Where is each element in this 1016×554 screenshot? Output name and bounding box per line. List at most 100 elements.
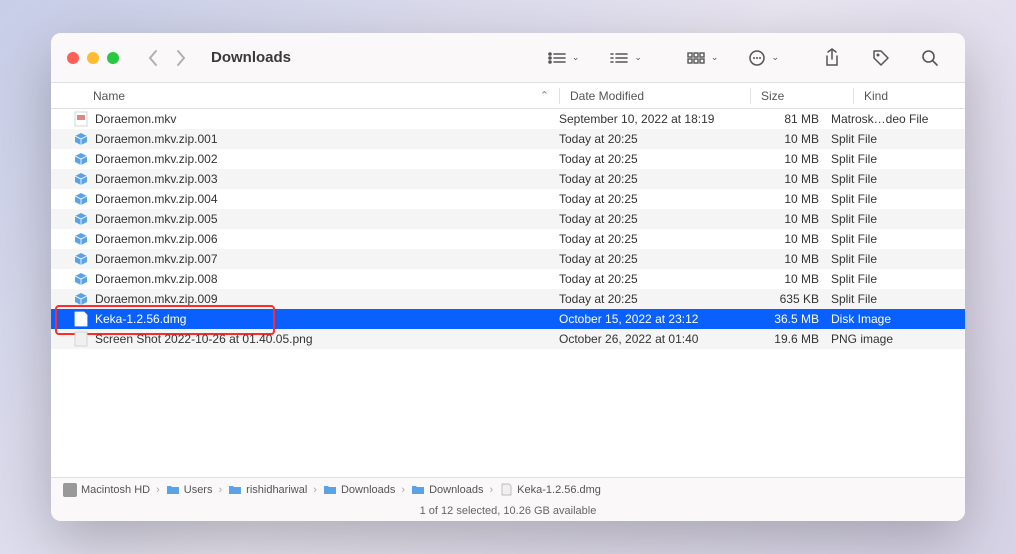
file-row[interactable]: Doraemon.mkv.zip.005Today at 20:2510 MBS… bbox=[51, 209, 965, 229]
file-row[interactable]: Screen Shot 2022-10-26 at 01.40.05.pngOc… bbox=[51, 329, 965, 349]
file-row[interactable]: Doraemon.mkv.zip.002Today at 20:2510 MBS… bbox=[51, 149, 965, 169]
file-kind: Disk Image bbox=[831, 312, 965, 326]
file-kind: Split File bbox=[831, 232, 965, 246]
path-separator: › bbox=[401, 484, 405, 496]
path-segment[interactable]: Keka-1.2.56.dmg bbox=[499, 483, 601, 497]
tags-icon[interactable] bbox=[871, 48, 891, 68]
chevron-down-icon: ⌄ bbox=[634, 52, 642, 63]
file-date: Today at 20:25 bbox=[559, 272, 739, 286]
file-date: September 10, 2022 at 18:19 bbox=[559, 112, 739, 126]
file-name: Doraemon.mkv.zip.003 bbox=[95, 172, 218, 186]
file-date: Today at 20:25 bbox=[559, 172, 739, 186]
archive-icon bbox=[73, 151, 89, 167]
path-separator: › bbox=[313, 484, 317, 496]
file-row[interactable]: Doraemon.mkv.zip.009 Today at 20:25635 KB… bbox=[51, 289, 965, 309]
column-headers: Name ⌃ Date Modified Size Kind bbox=[51, 83, 965, 109]
file-date: Today at 20:25 bbox=[559, 132, 739, 146]
path-separator: › bbox=[218, 484, 222, 496]
header-name-label: Name bbox=[93, 89, 125, 103]
disk-image-icon bbox=[73, 311, 89, 327]
chevron-down-icon: ⌄ bbox=[572, 52, 580, 63]
file-name: Doraemon.mkv bbox=[95, 112, 176, 126]
file-size: 10 MB bbox=[739, 252, 831, 266]
header-date[interactable]: Date Modified bbox=[570, 89, 750, 103]
search-icon[interactable] bbox=[921, 49, 939, 67]
path-label: Downloads bbox=[341, 484, 395, 496]
view-list-icon[interactable]: ⌄ bbox=[547, 51, 580, 65]
window-title: Downloads bbox=[211, 49, 291, 66]
nav-buttons bbox=[147, 49, 187, 67]
group-icon[interactable]: ⌄ bbox=[609, 51, 642, 65]
header-kind[interactable]: Kind bbox=[864, 89, 965, 103]
file-date: Today at 20:25 bbox=[559, 252, 739, 266]
path-label: Macintosh HD bbox=[81, 484, 150, 496]
minimize-button[interactable] bbox=[87, 52, 99, 64]
file-icon bbox=[499, 483, 513, 497]
forward-button[interactable] bbox=[176, 49, 187, 67]
file-kind: Matrosk…deo File bbox=[831, 112, 965, 126]
archive-icon bbox=[73, 231, 89, 247]
file-name: Doraemon.mkv.zip.006 bbox=[95, 232, 218, 246]
archive-icon bbox=[73, 251, 89, 267]
file-size: 10 MB bbox=[739, 152, 831, 166]
file-row[interactable]: Doraemon.mkv.zip.007Today at 20:2510 MBS… bbox=[51, 249, 965, 269]
archive-icon bbox=[73, 291, 89, 307]
header-size[interactable]: Size bbox=[761, 89, 853, 103]
path-separator: › bbox=[489, 484, 493, 496]
file-name: Doraemon.mkv.zip.009 bbox=[95, 292, 218, 306]
file-size: 635 KB bbox=[739, 292, 831, 306]
file-name: Doraemon.mkv.zip.002 bbox=[95, 152, 218, 166]
folder-icon bbox=[323, 483, 337, 497]
file-row[interactable]: Doraemon.mkv.zip.008Today at 20:2510 MBS… bbox=[51, 269, 965, 289]
file-size: 10 MB bbox=[739, 192, 831, 206]
status-bar: 1 of 12 selected, 10.26 GB available bbox=[51, 501, 965, 521]
maximize-button[interactable] bbox=[107, 52, 119, 64]
file-name: Doraemon.mkv.zip.004 bbox=[95, 192, 218, 206]
status-text: 1 of 12 selected, 10.26 GB available bbox=[420, 505, 597, 517]
path-segment[interactable]: Downloads bbox=[411, 483, 483, 497]
archive-icon bbox=[73, 271, 89, 287]
file-kind: Split File bbox=[831, 212, 965, 226]
file-size: 10 MB bbox=[739, 132, 831, 146]
file-size: 10 MB bbox=[739, 172, 831, 186]
file-date: Today at 20:25 bbox=[559, 232, 739, 246]
file-row[interactable]: Doraemon.mkv.zip.001Today at 20:2510 MBS… bbox=[51, 129, 965, 149]
file-row[interactable]: Doraemon.mkv.zip.003 Today at 20:2510 MBS… bbox=[51, 169, 965, 189]
view-options-icon[interactable]: ⌄ bbox=[686, 51, 719, 65]
file-size: 81 MB bbox=[739, 112, 831, 126]
file-row[interactable]: Doraemon.mkv September 10, 2022 at 18:198… bbox=[51, 109, 965, 129]
file-name: Screen Shot 2022-10-26 at 01.40.05.png bbox=[95, 332, 313, 346]
path-label: rishidhariwal bbox=[246, 484, 307, 496]
file-date: October 15, 2022 at 23:12 bbox=[559, 312, 739, 326]
path-bar: Macintosh HD › Users › rishidhariwal › Downloa… bbox=[51, 477, 965, 501]
path-segment[interactable]: Downloads bbox=[323, 483, 395, 497]
file-size: 10 MB bbox=[739, 212, 831, 226]
file-size: 36.5 MB bbox=[739, 312, 831, 326]
back-button[interactable] bbox=[147, 49, 158, 67]
toolbar: Downloads ⌄ ⌄ ⌄ ⌄ bbox=[51, 33, 965, 83]
file-kind: Split File bbox=[831, 192, 965, 206]
file-date: Today at 20:25 bbox=[559, 292, 739, 306]
header-name[interactable]: Name ⌃ bbox=[51, 89, 559, 103]
close-button[interactable] bbox=[67, 52, 79, 64]
share-icon[interactable] bbox=[823, 48, 841, 68]
window-controls bbox=[67, 52, 119, 64]
path-segment[interactable]: rishidhariwal bbox=[228, 483, 307, 497]
file-size: 19.6 MB bbox=[739, 332, 831, 346]
chevron-down-icon: ⌄ bbox=[771, 52, 779, 63]
archive-icon bbox=[73, 211, 89, 227]
file-date: Today at 20:25 bbox=[559, 192, 739, 206]
path-segment[interactable]: Macintosh HD bbox=[63, 483, 150, 497]
file-kind: Split File bbox=[831, 292, 965, 306]
file-kind: Split File bbox=[831, 172, 965, 186]
file-row[interactable]: Doraemon.mkv.zip.004 Today at 20:2510 MBS… bbox=[51, 189, 965, 209]
path-segment[interactable]: Users bbox=[166, 483, 213, 497]
file-size: 10 MB bbox=[739, 232, 831, 246]
file-row[interactable]: Keka-1.2.56.dmg October 15, 2022 at 23:12… bbox=[51, 309, 965, 329]
path-label: Downloads bbox=[429, 484, 483, 496]
file-row[interactable]: Doraemon.mkv.zip.006 Today at 20:2510 MBS… bbox=[51, 229, 965, 249]
file-name: Keka-1.2.56.dmg bbox=[95, 312, 186, 326]
file-kind: Split File bbox=[831, 252, 965, 266]
action-menu-icon[interactable]: ⌄ bbox=[748, 49, 779, 67]
folder-icon bbox=[411, 483, 425, 497]
